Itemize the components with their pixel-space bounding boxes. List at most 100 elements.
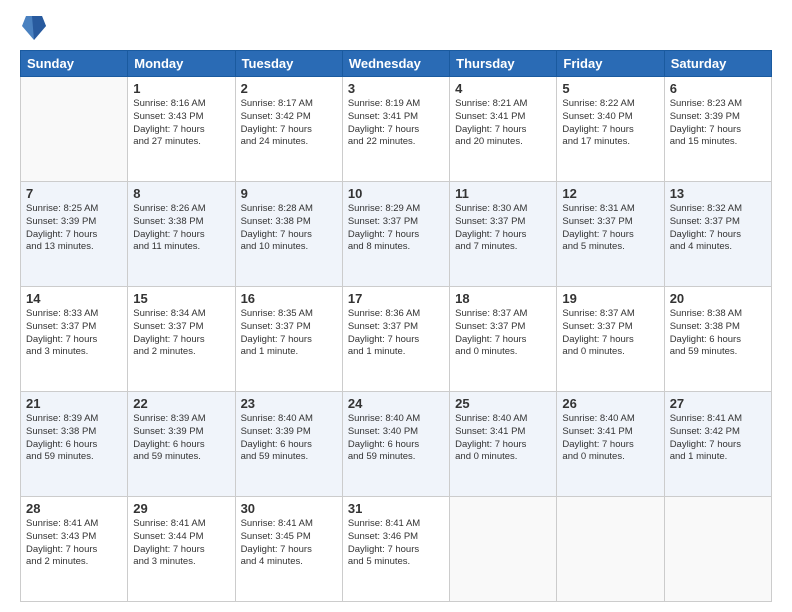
day-cell: 25Sunrise: 8:40 AM Sunset: 3:41 PM Dayli… [450,392,557,497]
day-info: Sunrise: 8:35 AM Sunset: 3:37 PM Dayligh… [241,308,337,359]
day-cell: 8 Sunrise: 8:26 AM Sunset: 3:38 PM Daylig… [128,182,235,287]
day-number: 19 [562,291,658,306]
col-header-monday: Monday [128,51,235,77]
day-info: Sunrise: 8:39 AM Sunset: 3:38 PM Dayligh… [26,413,122,464]
day-number: 23 [241,396,337,411]
day-info: Sunrise: 8:28 AM Sunset: 3:38 PM Dayligh… [241,203,337,254]
day-info: Sunrise: 8:40 AM Sunset: 3:41 PM Dayligh… [562,413,658,464]
day-cell: 15 Sunrise: 8:34 AM Sunset: 3:37 PM Dayli… [128,287,235,392]
day-cell: 24 Sunrise: 8:40 AM Sunset: 3:40 PM Dayli… [342,392,449,497]
day-info: Sunrise: 8:26 AM Sunset: 3:38 PM Dayligh… [133,203,229,254]
col-header-thursday: Thursday [450,51,557,77]
day-number: 12 [562,186,658,201]
calendar-table: SundayMondayTuesdayWednesdayThursdayFrid… [20,50,772,602]
day-cell [557,497,664,602]
day-info: Sunrise: 8:31 AM Sunset: 3:37 PM Dayligh… [562,203,658,254]
day-number: 28 [26,501,122,516]
calendar-header-row: SundayMondayTuesdayWednesdayThursdayFrid… [21,51,772,77]
day-cell: 16 Sunrise: 8:35 AM Sunset: 3:37 PM Dayli… [235,287,342,392]
day-cell: 10Sunrise: 8:29 AM Sunset: 3:37 PM Dayli… [342,182,449,287]
day-cell: 22 Sunrise: 8:39 AM Sunset: 3:39 PM Dayli… [128,392,235,497]
day-number: 18 [455,291,551,306]
day-cell: 26 Sunrise: 8:40 AM Sunset: 3:41 PM Dayli… [557,392,664,497]
day-cell: 9 Sunrise: 8:28 AM Sunset: 3:38 PM Daylig… [235,182,342,287]
day-info: Sunrise: 8:23 AM Sunset: 3:39 PM Dayligh… [670,98,766,149]
day-number: 30 [241,501,337,516]
day-number: 15 [133,291,229,306]
col-header-tuesday: Tuesday [235,51,342,77]
day-number: 17 [348,291,444,306]
day-info: Sunrise: 8:29 AM Sunset: 3:37 PM Dayligh… [348,203,444,254]
day-cell: 21 Sunrise: 8:39 AM Sunset: 3:38 PM Dayli… [21,392,128,497]
day-cell: 29 Sunrise: 8:41 AM Sunset: 3:44 PM Dayli… [128,497,235,602]
day-number: 14 [26,291,122,306]
day-cell: 23 Sunrise: 8:40 AM Sunset: 3:39 PM Dayli… [235,392,342,497]
day-cell: 28 Sunrise: 8:41 AM Sunset: 3:43 PM Dayli… [21,497,128,602]
day-number: 11 [455,186,551,201]
day-cell: 30 Sunrise: 8:41 AM Sunset: 3:45 PM Dayli… [235,497,342,602]
day-info: Sunrise: 8:25 AM Sunset: 3:39 PM Dayligh… [26,203,122,254]
day-info: Sunrise: 8:39 AM Sunset: 3:39 PM Dayligh… [133,413,229,464]
day-cell: 11Sunrise: 8:30 AM Sunset: 3:37 PM Dayli… [450,182,557,287]
day-info: Sunrise: 8:21 AM Sunset: 3:41 PM Dayligh… [455,98,551,149]
day-info: Sunrise: 8:36 AM Sunset: 3:37 PM Dayligh… [348,308,444,359]
day-info: Sunrise: 8:19 AM Sunset: 3:41 PM Dayligh… [348,98,444,149]
day-info: Sunrise: 8:37 AM Sunset: 3:37 PM Dayligh… [455,308,551,359]
day-number: 8 [133,186,229,201]
day-info: Sunrise: 8:41 AM Sunset: 3:43 PM Dayligh… [26,518,122,569]
day-info: Sunrise: 8:16 AM Sunset: 3:43 PM Dayligh… [133,98,229,149]
day-number: 5 [562,81,658,96]
col-header-sunday: Sunday [21,51,128,77]
day-cell: 27 Sunrise: 8:41 AM Sunset: 3:42 PM Dayli… [664,392,771,497]
week-row-0: 1 Sunrise: 8:16 AM Sunset: 3:43 PM Daylig… [21,77,772,182]
day-number: 4 [455,81,551,96]
day-number: 24 [348,396,444,411]
day-cell: 14Sunrise: 8:33 AM Sunset: 3:37 PM Dayli… [21,287,128,392]
col-header-wednesday: Wednesday [342,51,449,77]
day-info: Sunrise: 8:22 AM Sunset: 3:40 PM Dayligh… [562,98,658,149]
day-cell: 13 Sunrise: 8:32 AM Sunset: 3:37 PM Dayli… [664,182,771,287]
day-info: Sunrise: 8:17 AM Sunset: 3:42 PM Dayligh… [241,98,337,149]
day-info: Sunrise: 8:32 AM Sunset: 3:37 PM Dayligh… [670,203,766,254]
day-cell [450,497,557,602]
week-row-1: 7 Sunrise: 8:25 AM Sunset: 3:39 PM Daylig… [21,182,772,287]
day-info: Sunrise: 8:37 AM Sunset: 3:37 PM Dayligh… [562,308,658,359]
week-row-2: 14Sunrise: 8:33 AM Sunset: 3:37 PM Dayli… [21,287,772,392]
day-number: 20 [670,291,766,306]
day-number: 13 [670,186,766,201]
day-number: 7 [26,186,122,201]
day-info: Sunrise: 8:38 AM Sunset: 3:38 PM Dayligh… [670,308,766,359]
day-cell: 19 Sunrise: 8:37 AM Sunset: 3:37 PM Dayli… [557,287,664,392]
day-cell: 4 Sunrise: 8:21 AM Sunset: 3:41 PM Daylig… [450,77,557,182]
day-cell [21,77,128,182]
day-number: 22 [133,396,229,411]
day-number: 1 [133,81,229,96]
day-number: 21 [26,396,122,411]
day-number: 27 [670,396,766,411]
week-row-4: 28 Sunrise: 8:41 AM Sunset: 3:43 PM Dayli… [21,497,772,602]
day-cell: 1 Sunrise: 8:16 AM Sunset: 3:43 PM Daylig… [128,77,235,182]
day-number: 29 [133,501,229,516]
day-cell: 3Sunrise: 8:19 AM Sunset: 3:41 PM Daylig… [342,77,449,182]
day-cell [664,497,771,602]
day-cell: 18 Sunrise: 8:37 AM Sunset: 3:37 PM Dayli… [450,287,557,392]
day-number: 9 [241,186,337,201]
day-number: 26 [562,396,658,411]
col-header-friday: Friday [557,51,664,77]
day-info: Sunrise: 8:41 AM Sunset: 3:45 PM Dayligh… [241,518,337,569]
header [20,16,772,40]
day-info: Sunrise: 8:41 AM Sunset: 3:42 PM Dayligh… [670,413,766,464]
day-info: Sunrise: 8:34 AM Sunset: 3:37 PM Dayligh… [133,308,229,359]
week-row-3: 21 Sunrise: 8:39 AM Sunset: 3:38 PM Dayli… [21,392,772,497]
day-number: 25 [455,396,551,411]
logo [20,16,46,40]
day-info: Sunrise: 8:40 AM Sunset: 3:39 PM Dayligh… [241,413,337,464]
day-cell: 12 Sunrise: 8:31 AM Sunset: 3:37 PM Dayli… [557,182,664,287]
day-cell: 7 Sunrise: 8:25 AM Sunset: 3:39 PM Daylig… [21,182,128,287]
day-info: Sunrise: 8:41 AM Sunset: 3:44 PM Dayligh… [133,518,229,569]
day-info: Sunrise: 8:40 AM Sunset: 3:40 PM Dayligh… [348,413,444,464]
day-info: Sunrise: 8:41 AM Sunset: 3:46 PM Dayligh… [348,518,444,569]
day-cell: 6Sunrise: 8:23 AM Sunset: 3:39 PM Daylig… [664,77,771,182]
day-cell: 17 Sunrise: 8:36 AM Sunset: 3:37 PM Dayli… [342,287,449,392]
day-number: 16 [241,291,337,306]
